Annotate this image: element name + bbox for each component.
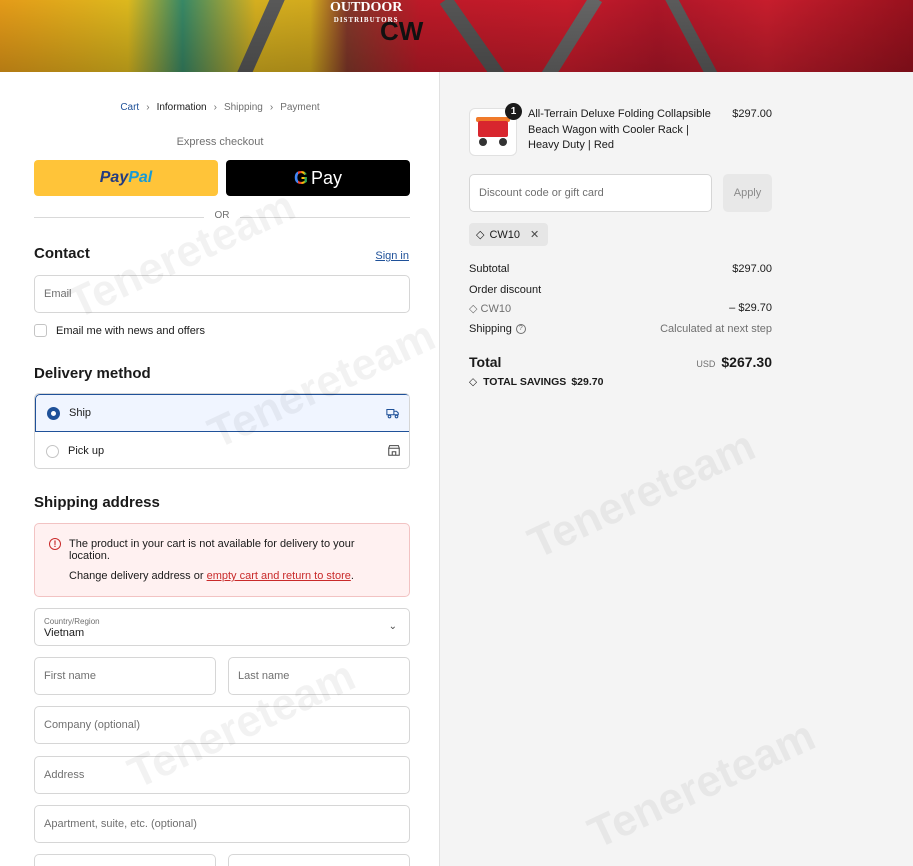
remove-discount-icon[interactable]: ✕ <box>530 228 539 241</box>
sign-in-link[interactable]: Sign in <box>375 250 409 262</box>
store-mark: CW <box>380 16 424 46</box>
radio-selected[interactable] <box>47 406 60 420</box>
first-name-field[interactable]: First name <box>34 657 216 695</box>
breadcrumb: Cart › Information › Shipping › Payment <box>0 102 440 113</box>
last-name-field[interactable]: Last name <box>228 657 410 695</box>
total-row: Total USD $267.30 <box>469 354 772 370</box>
truck-icon <box>386 408 399 419</box>
checkbox[interactable] <box>34 324 47 337</box>
company-field[interactable]: Company (optional) <box>34 706 410 744</box>
apply-button[interactable]: Apply <box>723 174 772 212</box>
delivery-option-pickup[interactable]: Pick up <box>35 432 409 468</box>
email-field[interactable]: Email <box>34 275 410 313</box>
checkout-main: Cart › Information › Shipping › Payment Expres… <box>0 72 440 866</box>
contact-heading: Contact <box>34 245 90 262</box>
city-field[interactable] <box>34 854 216 866</box>
postal-code-field[interactable] <box>228 854 410 866</box>
error-message: The product in your cart is not availabl… <box>69 538 355 562</box>
product-name: All-Terrain Deluxe Folding Collapsible B… <box>528 108 711 151</box>
delivery-method-group: Ship Pick up <box>34 393 410 469</box>
shipping-address-heading: Shipping address <box>34 494 160 511</box>
country-select[interactable]: Country/Region Vietnam ⌄ <box>34 608 410 646</box>
breadcrumb-payment: Payment <box>280 102 320 113</box>
shipping-row: Shipping? Calculated at next step <box>469 323 772 335</box>
error-action: Change delivery address or empty cart an… <box>69 570 354 582</box>
breadcrumb-cart[interactable]: Cart <box>120 102 139 113</box>
or-divider: OR <box>34 210 410 224</box>
express-checkout-label: Express checkout <box>176 136 264 148</box>
quantity-badge: 1 <box>505 103 522 120</box>
apartment-field[interactable]: Apartment, suite, etc. (optional) <box>34 805 410 843</box>
chevron-right-icon: › <box>269 102 274 113</box>
help-icon[interactable]: ? <box>515 324 526 335</box>
address-field[interactable]: Address <box>34 756 410 794</box>
chevron-right-icon: › <box>213 102 217 113</box>
delivery-method-heading: Delivery method <box>34 365 151 382</box>
empty-cart-link[interactable]: empty cart and return to store <box>207 570 351 582</box>
currency-code: USD <box>696 359 716 369</box>
total-savings: ◇ TOTAL SAVINGS $29.70 <box>469 376 604 388</box>
delivery-option-ship[interactable]: Ship <box>35 394 409 432</box>
delivery-error-banner: ! The product in your cart is not availa… <box>34 523 410 597</box>
order-summary: 1 All-Terrain Deluxe Folding Collapsible… <box>440 72 913 866</box>
google-icon: G <box>293 167 308 188</box>
alert-icon: ! <box>49 538 61 550</box>
chevron-right-icon: › <box>146 102 150 113</box>
discount-code-row: ◇ CW10– $29.70 <box>469 302 772 315</box>
tag-icon: ◇ <box>476 229 485 241</box>
product-price: $297.00 <box>732 108 772 120</box>
subtotal-row: Subtotal $297.00 <box>469 263 772 275</box>
discount-code-input[interactable]: Discount code or gift card <box>469 174 712 212</box>
store-icon <box>388 445 400 456</box>
tag-icon: ◇ <box>469 376 478 388</box>
banner-shade <box>0 0 913 72</box>
order-discount-row: Order discount <box>469 284 542 296</box>
breadcrumb-shipping: Shipping <box>223 102 263 113</box>
chevron-down-icon: ⌄ <box>388 621 397 632</box>
tag-icon: ◇ <box>469 303 481 315</box>
radio-unselected[interactable] <box>46 444 59 458</box>
hero-banner: OUTDOOR DISTRIBUTORS CW <box>0 0 913 72</box>
newsletter-checkbox[interactable]: Email me with news and offers <box>34 324 205 337</box>
discount-tag: ◇ CW10 ✕ <box>469 223 549 246</box>
breadcrumb-information: Information <box>156 102 207 113</box>
total-value: $267.30 <box>721 354 772 370</box>
paypal-button[interactable]: Pay Pal <box>34 160 218 196</box>
google-pay-button[interactable]: G Pay <box>226 160 410 196</box>
